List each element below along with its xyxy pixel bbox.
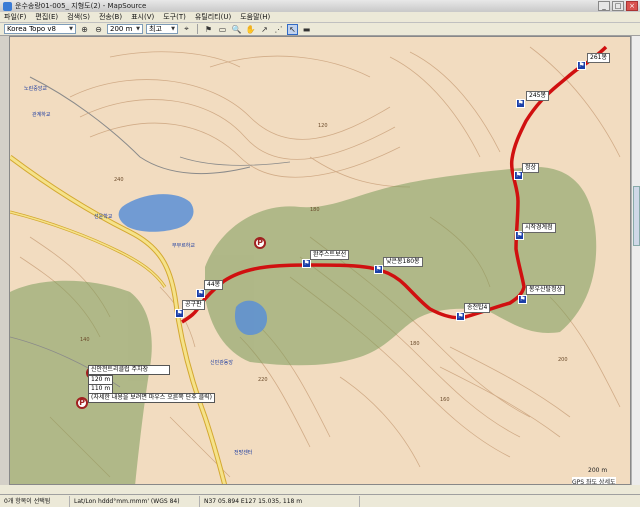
maximize-button[interactable]: □ <box>612 1 624 11</box>
parking-popup-name: 신안전트리클럽 주차장 <box>88 365 170 375</box>
chevron-down-icon: ▼ <box>171 26 175 32</box>
waypoint-label: 공구판 <box>182 300 205 310</box>
title-bar: 운수송랑01-005_ 지형도(2) - MapSource _ □ × <box>0 0 640 12</box>
hand-tool-icon[interactable]: ✋ <box>245 24 256 35</box>
status-selection: 0개 항목이 선택됨 <box>0 495 70 507</box>
zoom-tool-icon[interactable]: 🔍 <box>231 24 242 35</box>
find-places-icon[interactable]: ⌖ <box>181 24 192 35</box>
zoom-in-icon[interactable]: ⊕ <box>79 24 90 35</box>
status-coords: N37 05.894 E127 15.035, 118 m <box>200 495 360 507</box>
elevation-label: 240 <box>114 177 124 183</box>
route-tool-icon[interactable]: ↗ <box>259 24 270 35</box>
menu-tools[interactable]: 도구(T) <box>163 12 186 22</box>
scrollbar-thumb[interactable] <box>633 186 640 246</box>
place-label: 전망센터 <box>234 450 253 456</box>
menu-file[interactable]: 파일(F) <box>4 12 26 22</box>
elevation-label: 160 <box>440 397 450 403</box>
elevation-label: 180 <box>310 207 320 213</box>
place-label: 노린중앙교 <box>24 86 48 92</box>
window-title: 운수송랑01-005_ 지형도(2) - MapSource <box>15 2 147 10</box>
zoom-level-value: 200 m <box>110 25 133 33</box>
menu-view[interactable]: 표시(V) <box>131 12 154 22</box>
pointer-tool-icon[interactable]: ↖ <box>287 23 298 35</box>
toolbar: Korea Topo v8 ▼ ⊕ ⊖ 200 m ▼ 최고 ▼ ⌖ ⚑ ▭ 🔍 ✋ … <box>0 23 640 36</box>
waypoint-label: 봉우산탈정상 <box>526 285 566 295</box>
minimize-button[interactable]: _ <box>598 1 610 11</box>
place-label: 신민관동앙 <box>210 360 234 366</box>
parking-icon[interactable]: P <box>254 237 266 249</box>
map-scale-label: 200 m <box>588 467 608 474</box>
zoom-level-select[interactable]: 200 m ▼ <box>107 24 143 34</box>
map-product-select[interactable]: Korea Topo v8 ▼ <box>4 24 76 34</box>
waypoint-label: 송전탑4 <box>464 303 491 313</box>
menu-help[interactable]: 도움말(H) <box>240 12 270 22</box>
chevron-down-icon: ▼ <box>136 26 140 32</box>
waypoint-marker[interactable]: ⚑ <box>374 265 383 274</box>
zoom-out-icon[interactable]: ⊖ <box>93 24 104 35</box>
map-canvas[interactable]: ⚑ 261봉 ⚑ 245봉 ⚑ 정상 ⚑ 시작경계점 ⚑ 봉우산탈정상 ⚑ 송전… <box>9 36 631 485</box>
waypoint-label: 완주스트보선 <box>310 250 350 260</box>
waypoint-label: 낮은봉180봉 <box>383 257 423 267</box>
menu-transfer[interactable]: 전송(B) <box>99 12 122 22</box>
parking-popup-hint: (자세한 내용을 보려면 마우스 오른쪽 단추 클릭) <box>88 393 216 403</box>
horizontal-scrollbar[interactable] <box>0 485 640 494</box>
detail-select[interactable]: 최고 ▼ <box>146 24 178 34</box>
waypoint-marker[interactable]: ⚑ <box>456 312 465 321</box>
app-window: 운수송랑01-005_ 지형도(2) - MapSource _ □ × 파일(… <box>0 0 640 507</box>
place-label: 관계하교 <box>32 112 51 118</box>
waypoint-marker[interactable]: ⚑ <box>175 309 184 318</box>
parking-icon[interactable]: P <box>76 397 88 409</box>
detail-value: 최고 <box>149 25 162 33</box>
waypoint-label: 정상 <box>522 163 540 173</box>
waypoint-marker[interactable]: ⚑ <box>196 289 205 298</box>
waypoint-marker[interactable]: ⚑ <box>302 259 311 268</box>
track-tool-icon[interactable]: ⋰ <box>273 24 284 35</box>
elevation-label: 140 <box>80 337 90 343</box>
waypoint-label: 시작경계점 <box>522 223 556 233</box>
map-svg <box>10 45 621 484</box>
select-tool-icon[interactable]: ▭ <box>217 24 228 35</box>
elevation-label: 220 <box>258 377 268 383</box>
measure-tool-icon[interactable]: ▬ <box>301 24 312 35</box>
app-icon <box>3 1 12 11</box>
menu-edit[interactable]: 편집(E) <box>35 12 58 22</box>
status-bar: 0개 항목이 선택됨 Lat/Lon hddd°mm.mmm' (WGS 84)… <box>0 494 640 507</box>
status-format: Lat/Lon hddd°mm.mmm' (WGS 84) <box>70 495 200 507</box>
place-label: 부부르하교 <box>172 243 196 249</box>
elevation-label: 120 <box>318 123 328 129</box>
waypoint-tool-icon[interactable]: ⚑ <box>203 24 214 35</box>
menu-utilities[interactable]: 유틸리티(U) <box>195 12 231 22</box>
menu-search[interactable]: 검색(S) <box>67 12 90 22</box>
waypoint-marker[interactable]: ⚑ <box>516 99 525 108</box>
toolbar-separator <box>197 24 198 34</box>
vertical-scrollbar[interactable] <box>631 36 640 485</box>
waypoint-label: 245봉 <box>526 91 549 101</box>
elevation-label: 180 <box>410 341 420 347</box>
place-label: 선운학교 <box>94 214 113 220</box>
close-button[interactable]: × <box>626 1 638 11</box>
waypoint-label: 44봉 <box>204 280 224 290</box>
waypoint-marker[interactable]: ⚑ <box>518 295 527 304</box>
menu-bar: 파일(F) 편집(E) 검색(S) 전송(B) 표시(V) 도구(T) 유틸리티… <box>0 12 640 23</box>
chevron-down-icon: ▼ <box>69 26 73 32</box>
waypoint-marker[interactable]: ⚑ <box>577 61 586 70</box>
elevation-label: 200 <box>558 357 568 363</box>
map-product-value: Korea Topo v8 <box>7 25 56 33</box>
map-credit: GPS 좌도 상세도 <box>572 477 616 485</box>
waypoint-label: 261봉 <box>587 53 610 63</box>
